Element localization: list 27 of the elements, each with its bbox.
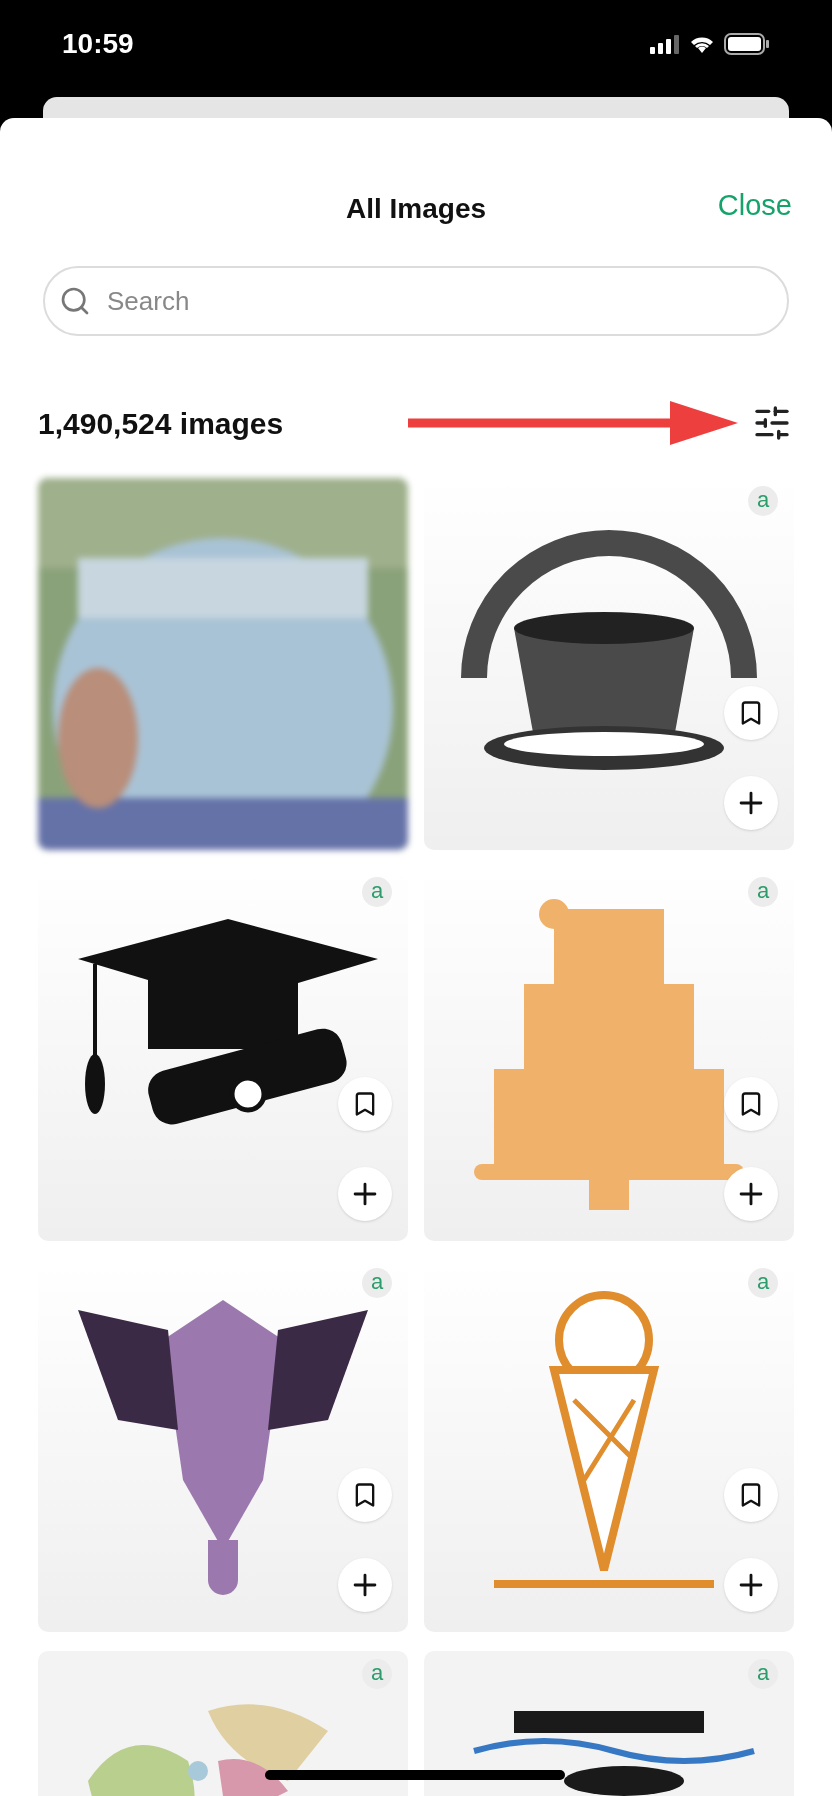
add-button[interactable] [724,1558,778,1612]
close-button[interactable]: Close [717,184,792,228]
bookmark-button[interactable] [724,686,778,740]
source-badge: a [362,1268,392,1298]
bookmark-button[interactable] [338,1468,392,1522]
bookmark-button[interactable] [724,1077,778,1131]
bookmark-button[interactable] [724,1468,778,1522]
add-button[interactable] [338,1558,392,1612]
status-time: 10:59 [62,26,134,61]
add-button[interactable] [724,776,778,830]
source-badge: a [748,1268,778,1298]
source-badge: a [748,877,778,907]
add-button[interactable] [724,1167,778,1221]
battery-icon [724,32,770,55]
search-icon [59,285,91,317]
filter-button[interactable] [752,403,792,443]
source-badge: a [748,486,778,516]
source-badge: a [362,877,392,907]
bookmark-button[interactable] [338,1077,392,1131]
sheet-title: All Images [345,192,487,226]
filter-icon [752,403,792,443]
image-tile[interactable]: a [38,1651,408,1796]
image-tile[interactable]: a [424,1651,794,1796]
add-button[interactable] [338,1167,392,1221]
image-count: 1,490,524 images [38,405,284,442]
signal-icon [650,33,680,54]
search-field[interactable]: Search [43,266,789,336]
